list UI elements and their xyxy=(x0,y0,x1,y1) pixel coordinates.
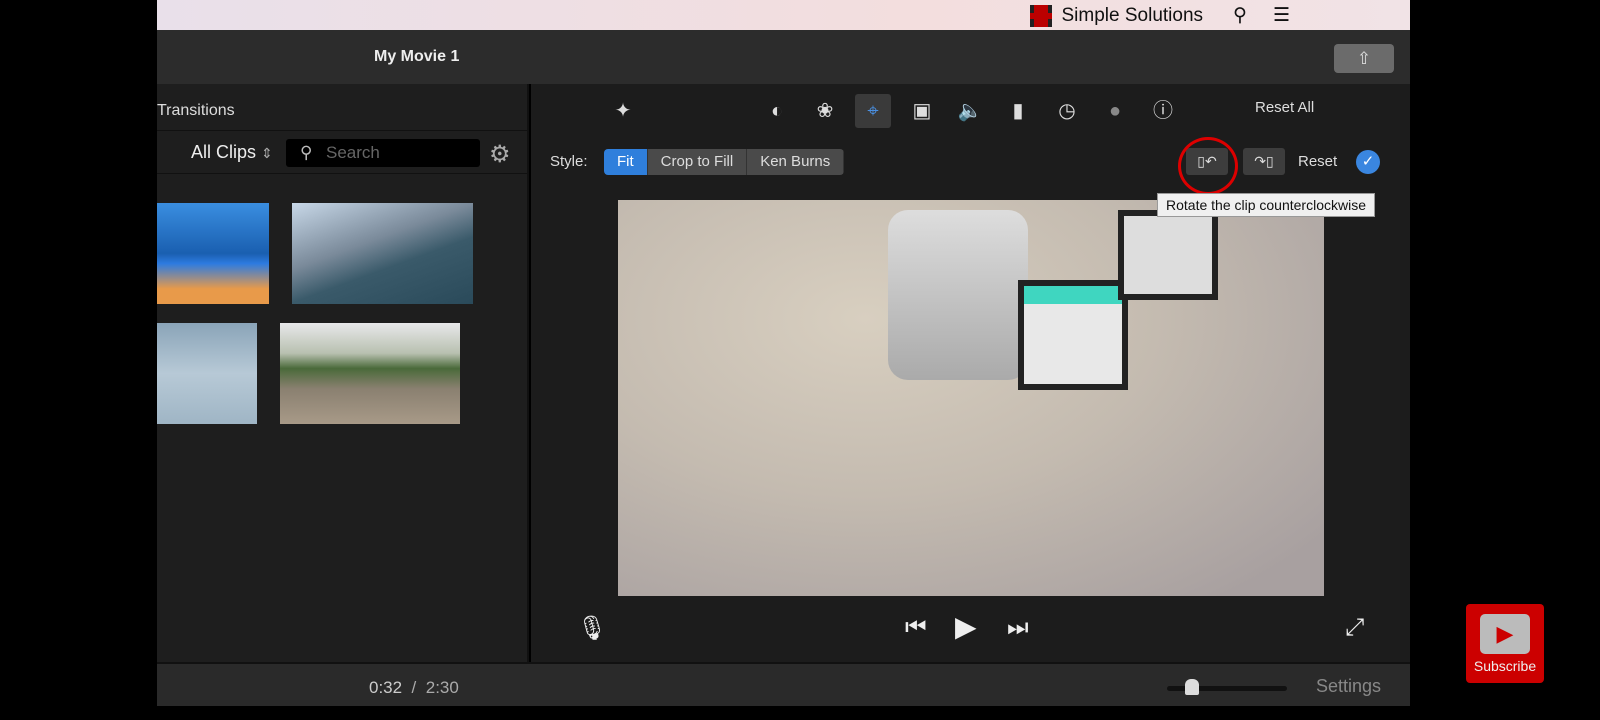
chevron-updown-icon: ⇕ xyxy=(261,145,273,161)
rotate-clockwise-button[interactable]: ↷▯ xyxy=(1243,148,1285,175)
style-crop-to-fill-button[interactable]: Crop to Fill xyxy=(647,149,748,175)
time-separator: / xyxy=(411,678,417,697)
subscribe-button[interactable]: ▶ Subscribe xyxy=(1466,604,1544,683)
fullscreen-icon[interactable]: ⤢ xyxy=(1345,614,1364,642)
clip-thumbnail-ice[interactable] xyxy=(157,323,257,424)
menu-bar-right: Simple Solutions ⚲ ☰ xyxy=(1029,4,1290,27)
equalizer-icon[interactable]: ▮ xyxy=(1000,94,1036,128)
search-input[interactable]: ⚲ Search xyxy=(286,139,480,167)
share-button[interactable]: ⇧ xyxy=(1334,44,1394,73)
cube-shape xyxy=(1018,280,1128,390)
app-name[interactable]: Simple Solutions xyxy=(1062,5,1204,27)
style-segmented-control: Fit Crop to Fill Ken Burns xyxy=(604,149,845,175)
rotate-cw-icon: ↷▯ xyxy=(1254,153,1274,169)
reset-all-button[interactable]: Reset All xyxy=(1255,99,1314,116)
info-icon[interactable]: ⓘ xyxy=(1145,94,1181,128)
gear-icon[interactable]: ⚙ xyxy=(489,140,511,169)
tab-transitions[interactable]: Transitions xyxy=(157,102,235,120)
highlight-circle xyxy=(1178,137,1238,195)
film-icon xyxy=(1029,4,1052,27)
youtube-play-icon: ▶ xyxy=(1480,614,1530,654)
style-label: Style: xyxy=(550,153,588,170)
microphone-icon[interactable]: 🎙 xyxy=(577,614,607,643)
settings-button[interactable]: Settings xyxy=(1316,676,1381,697)
magic-wand-icon[interactable]: ✦ xyxy=(605,94,641,128)
stabilization-camera-icon[interactable]: ▣ xyxy=(904,94,940,128)
skip-forward-icon[interactable]: ⏭ xyxy=(1007,614,1029,642)
zoom-slider-handle[interactable] xyxy=(1185,679,1199,695)
title-bar: My Movie 1 ⇧ xyxy=(157,30,1410,84)
menu-bar: Simple Solutions ⚲ ☰ xyxy=(157,0,1410,30)
clip-thumbnail-coast[interactable] xyxy=(292,203,473,304)
timecode: 0:32 / 2:30 xyxy=(369,678,459,698)
search-icon[interactable]: ⚲ xyxy=(1233,4,1247,27)
speed-gauge-icon[interactable]: ◷ xyxy=(1049,94,1085,128)
clip-filter-select[interactable]: All Clips ⇕ xyxy=(191,142,273,163)
cube-shape xyxy=(1118,210,1218,300)
clip-thumbnail-kayak[interactable] xyxy=(157,203,269,304)
robot-shape xyxy=(888,210,1028,380)
reset-button[interactable]: Reset xyxy=(1298,153,1337,170)
volume-icon[interactable]: 🔈 xyxy=(952,94,988,128)
search-icon: ⚲ xyxy=(300,143,313,162)
apply-checkmark-icon[interactable]: ✓ xyxy=(1356,150,1380,174)
bottom-bar: 0:32 / 2:30 Settings xyxy=(157,662,1410,706)
clip-filter-icon[interactable]: ● xyxy=(1097,94,1133,128)
style-fit-button[interactable]: Fit xyxy=(604,149,648,175)
media-browser: Transitions All Clips ⇕ ⚲ Search ⚙ xyxy=(157,84,529,662)
color-balance-icon[interactable]: ◐ xyxy=(759,94,795,128)
current-time: 0:32 xyxy=(369,678,403,697)
total-time: 2:30 xyxy=(425,678,459,697)
viewer: ✦ ◐ ❀ ⌖ ▣ 🔈 ▮ ◷ ● ⓘ Reset All Style: Fit… xyxy=(531,84,1410,662)
project-title: My Movie 1 xyxy=(374,48,460,65)
play-icon[interactable]: ▶ xyxy=(955,610,977,643)
search-placeholder: Search xyxy=(326,143,380,162)
crop-icon[interactable]: ⌖ xyxy=(855,94,891,128)
subscribe-label: Subscribe xyxy=(1473,658,1537,674)
skip-back-icon[interactable]: ⏮ xyxy=(905,614,927,642)
clip-thumbnail-beach[interactable] xyxy=(280,323,460,424)
color-palette-icon[interactable]: ❀ xyxy=(807,94,843,128)
video-preview xyxy=(618,200,1324,596)
style-ken-burns-button[interactable]: Ken Burns xyxy=(747,149,845,175)
clip-filter-label: All Clips xyxy=(191,142,257,162)
tooltip: Rotate the clip counterclockwise xyxy=(1157,193,1375,217)
share-icon: ⇧ xyxy=(1356,49,1372,68)
list-icon[interactable]: ☰ xyxy=(1273,4,1290,27)
